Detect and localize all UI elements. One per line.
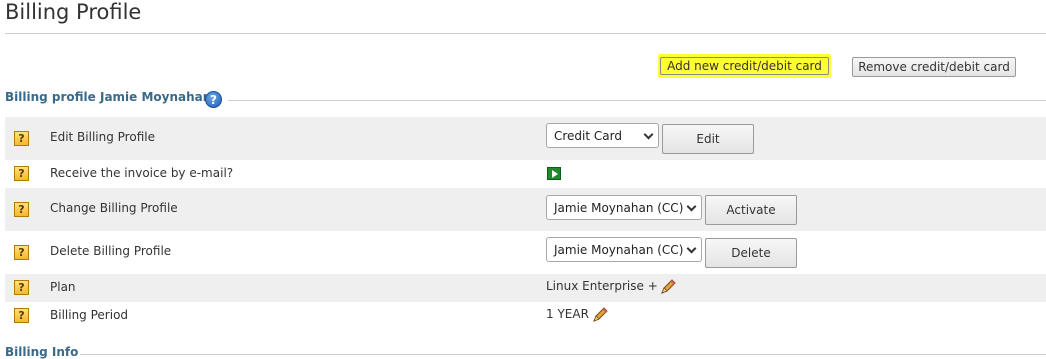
question-icon[interactable]: ?	[14, 166, 29, 181]
add-credit-card-label: Add new credit/debit card	[660, 57, 829, 75]
question-icon[interactable]: ?	[14, 131, 29, 146]
add-credit-card-button[interactable]: Add new credit/debit card	[658, 54, 831, 78]
question-icon[interactable]: ?	[14, 308, 29, 323]
delete-button[interactable]: Delete	[705, 238, 797, 268]
section-divider	[80, 354, 1046, 355]
page-title: Billing Profile	[5, 0, 142, 24]
billing-info-section-title: Billing Info	[5, 345, 79, 359]
help-icon[interactable]: ?	[205, 91, 222, 108]
select-value: Credit Card	[554, 128, 622, 143]
row-change-billing-profile: ? Change Billing Profile Jamie Moynahan …	[5, 188, 1046, 231]
pencil-icon[interactable]	[591, 306, 609, 324]
plan-value: Linux Enterprise +	[546, 279, 658, 293]
question-icon[interactable]: ?	[14, 245, 29, 260]
chevron-down-icon	[686, 201, 697, 212]
row-edit-billing-profile: ? Edit Billing Profile Credit Card Edit	[5, 117, 1046, 160]
row-billing-period: ? Billing Period 1 YEAR	[5, 302, 1046, 330]
remove-credit-card-button[interactable]: Remove credit/debit card	[852, 57, 1016, 77]
row-label: Plan	[50, 280, 76, 294]
billing-period-value: 1 YEAR	[546, 307, 589, 321]
change-profile-select[interactable]: Jamie Moynahan (CC)	[546, 195, 702, 220]
pencil-icon[interactable]	[659, 278, 677, 296]
chevron-down-icon	[686, 243, 697, 254]
question-icon[interactable]: ?	[14, 280, 29, 295]
row-label: Change Billing Profile	[50, 201, 178, 215]
title-divider	[5, 33, 1046, 34]
activate-button[interactable]: Activate	[705, 195, 797, 225]
row-label: Billing Period	[50, 308, 129, 322]
section-divider	[228, 100, 1046, 101]
billing-type-select[interactable]: Credit Card	[546, 123, 659, 148]
row-label: Receive the invoice by e-mail?	[50, 166, 234, 180]
billing-profile-section-title: Billing profile Jamie Moynahan	[5, 90, 212, 104]
chevron-down-icon	[643, 129, 654, 140]
select-value: Jamie Moynahan (CC)	[554, 242, 684, 257]
delete-profile-select[interactable]: Jamie Moynahan (CC)	[546, 237, 702, 262]
row-delete-billing-profile: ? Delete Billing Profile Jamie Moynahan …	[5, 231, 1046, 274]
row-plan: ? Plan Linux Enterprise +	[5, 274, 1046, 302]
question-icon[interactable]: ?	[14, 202, 29, 217]
row-label: Delete Billing Profile	[50, 244, 172, 258]
edit-button[interactable]: Edit	[662, 124, 754, 154]
row-receive-invoice: ? Receive the invoice by e-mail?	[5, 160, 1046, 188]
play-toggle-icon[interactable]	[547, 167, 561, 180]
row-label: Edit Billing Profile	[50, 130, 155, 144]
select-value: Jamie Moynahan (CC)	[554, 200, 684, 215]
